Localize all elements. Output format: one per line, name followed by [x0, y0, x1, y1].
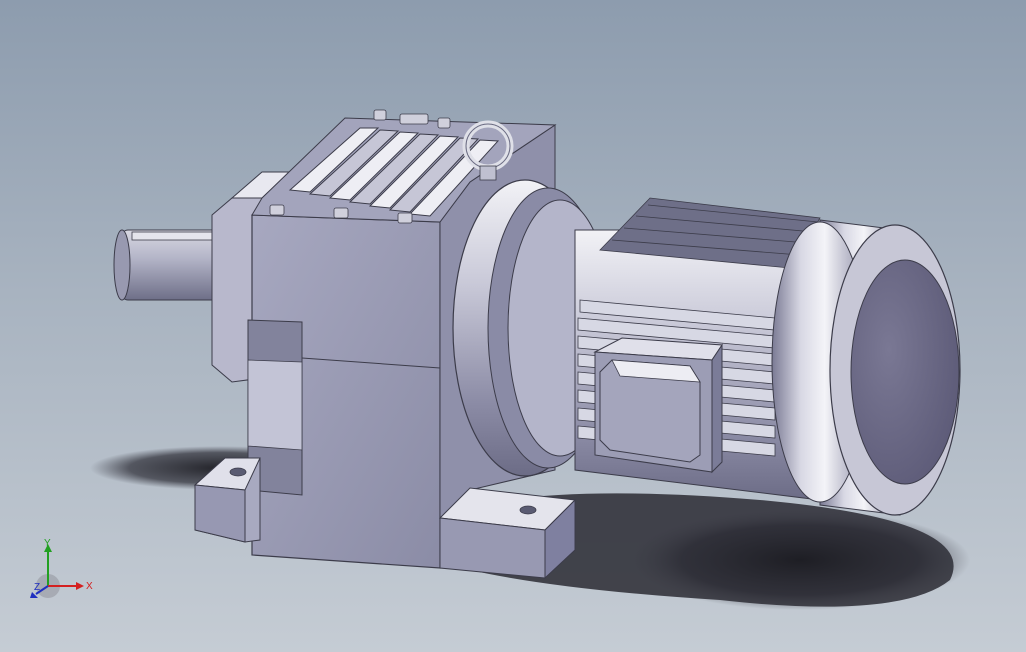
- output-shaft[interactable]: [113, 229, 223, 301]
- z-axis-label: Z: [34, 582, 40, 593]
- gear-motor-model[interactable]: [0, 0, 1026, 652]
- terminal-box[interactable]: [593, 337, 723, 474]
- fan-cover[interactable]: [829, 224, 961, 516]
- mounting-foot-right[interactable]: [438, 487, 577, 580]
- x-axis-label: X: [86, 581, 93, 592]
- graphics-viewport[interactable]: Y X Z: [0, 0, 1026, 652]
- x-axis-arrow: [76, 582, 84, 590]
- y-axis-label: Y: [44, 538, 51, 549]
- coordinate-triad[interactable]: Y X Z: [28, 538, 98, 608]
